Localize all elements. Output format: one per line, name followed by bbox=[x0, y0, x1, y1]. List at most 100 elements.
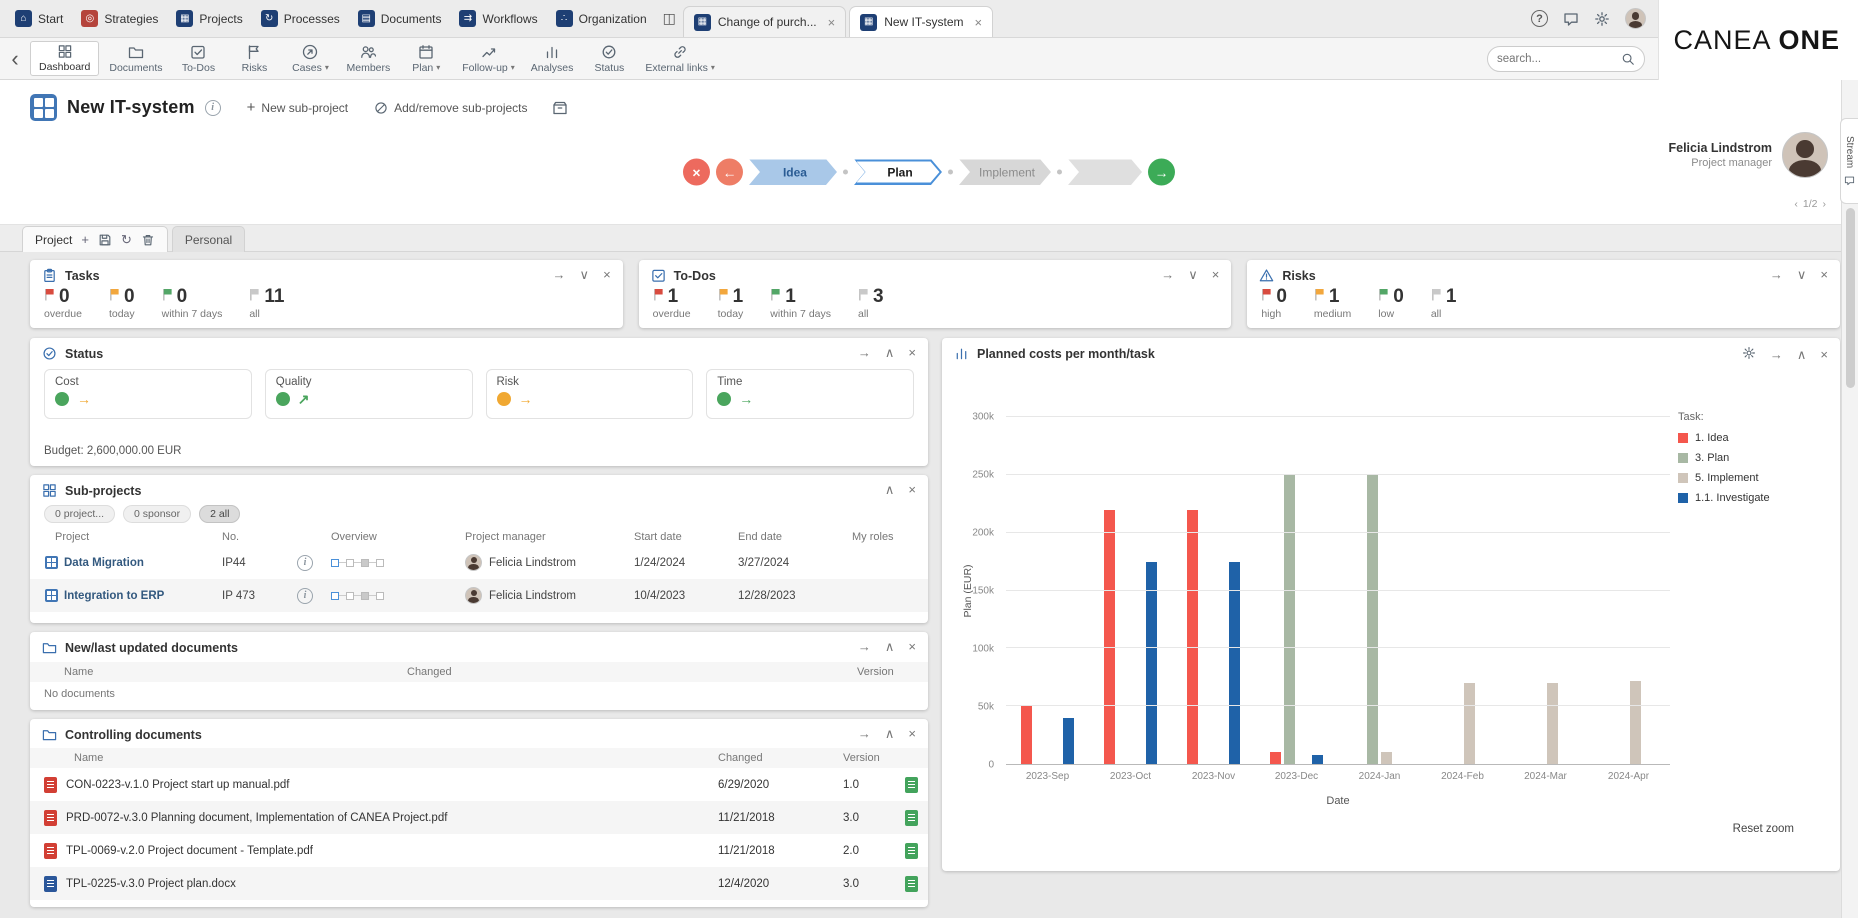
chart-settings-gear-icon[interactable] bbox=[1742, 346, 1756, 362]
tab-organization[interactable]: ∴ Organization bbox=[547, 0, 656, 37]
toolbar-documents[interactable]: Documents bbox=[101, 38, 170, 79]
toolbar-analyses[interactable]: Analyses bbox=[523, 38, 582, 79]
version-doc-icon[interactable] bbox=[905, 776, 918, 793]
stat-within-7-days[interactable]: 0 within 7 days bbox=[162, 287, 223, 320]
stat-today[interactable]: 0 today bbox=[109, 287, 135, 320]
toolbar-follow-up[interactable]: Follow-up ▾ bbox=[454, 38, 523, 79]
search-input[interactable] bbox=[1497, 53, 1621, 65]
collapse-icon[interactable]: ∨ bbox=[1188, 268, 1198, 281]
refresh-view-icon[interactable]: ↻ bbox=[121, 233, 132, 246]
toolbar-risks[interactable]: Risks bbox=[226, 38, 282, 79]
filter-chip-project[interactable]: 0 project... bbox=[44, 505, 116, 523]
bar[interactable] bbox=[1270, 752, 1281, 764]
tab-workflows[interactable]: ⇉ Workflows bbox=[450, 0, 546, 37]
collapse-icon[interactable]: ∧ bbox=[885, 346, 895, 359]
legend-item[interactable]: 1. Idea bbox=[1678, 432, 1826, 444]
archive-box-icon[interactable] bbox=[552, 100, 568, 116]
toolbar-todos[interactable]: To-Dos bbox=[170, 38, 226, 79]
toolbar-cases[interactable]: Cases ▾ bbox=[282, 38, 338, 79]
popout-icon[interactable]: → bbox=[553, 268, 566, 281]
tab-project-view[interactable]: Project + ↻ bbox=[22, 226, 168, 252]
document-row[interactable]: CON-0223-v.1.0 Project start up manual.p… bbox=[30, 768, 928, 801]
status-time[interactable]: Time → bbox=[706, 369, 914, 419]
scrollbar-thumb[interactable] bbox=[1846, 208, 1855, 388]
tab-change-of-purchase[interactable]: ▦ Change of purch... × bbox=[682, 6, 847, 37]
close-icon[interactable]: × bbox=[908, 727, 916, 740]
popout-icon[interactable]: → bbox=[1161, 268, 1174, 281]
person-avatar[interactable] bbox=[1782, 132, 1828, 178]
close-icon[interactable]: × bbox=[1820, 348, 1828, 361]
pager-prev-icon[interactable]: ‹ bbox=[1794, 198, 1798, 210]
bar[interactable] bbox=[1146, 561, 1157, 764]
flow-forward-button[interactable]: → bbox=[1148, 158, 1176, 186]
tab-new-it-system[interactable]: ▦ New IT-system × bbox=[849, 6, 994, 37]
new-subproject-button[interactable]: + New sub-project bbox=[247, 100, 348, 115]
popout-icon[interactable]: → bbox=[858, 727, 871, 740]
collapse-icon[interactable]: ∧ bbox=[885, 640, 895, 653]
legend-item[interactable]: 3. Plan bbox=[1678, 452, 1826, 464]
stat-all[interactable]: 3 all bbox=[858, 287, 884, 320]
bar[interactable] bbox=[1464, 683, 1475, 764]
close-icon[interactable]: × bbox=[908, 483, 916, 496]
settings-gear-icon[interactable] bbox=[1594, 11, 1610, 27]
legend-item[interactable]: 5. Implement bbox=[1678, 472, 1826, 484]
version-doc-icon[interactable] bbox=[905, 842, 918, 859]
status-cost[interactable]: Cost → bbox=[44, 369, 252, 419]
toolbar-members[interactable]: Members bbox=[338, 38, 398, 79]
toolbar-plan[interactable]: Plan ▾ bbox=[398, 38, 454, 79]
stat-high[interactable]: 0 high bbox=[1261, 287, 1287, 320]
document-link[interactable]: CON-0223-v.1.0 Project start up manual.p… bbox=[44, 776, 718, 793]
stat-overdue[interactable]: 1 overdue bbox=[653, 287, 691, 320]
table-row[interactable]: Data Migration IP44 i Felicia Lindstrom … bbox=[30, 546, 928, 579]
bar[interactable] bbox=[1187, 509, 1198, 764]
close-icon[interactable]: × bbox=[908, 346, 916, 359]
add-widget-icon[interactable]: + bbox=[81, 233, 89, 246]
pager-next-icon[interactable]: › bbox=[1823, 198, 1827, 210]
stat-medium[interactable]: 1 medium bbox=[1314, 287, 1351, 320]
flow-cancel-button[interactable]: × bbox=[682, 158, 710, 186]
step-idea[interactable]: Idea bbox=[749, 159, 837, 185]
tab-processes[interactable]: ↻ Processes bbox=[252, 0, 349, 37]
flow-back-button[interactable]: ← bbox=[715, 158, 743, 186]
table-row[interactable]: Integration to ERP IP 473 i Felicia Lind… bbox=[30, 579, 928, 612]
collapse-icon[interactable]: ∧ bbox=[885, 483, 895, 496]
delete-view-icon[interactable] bbox=[141, 233, 155, 247]
save-view-icon[interactable] bbox=[98, 233, 112, 247]
info-icon[interactable]: i bbox=[297, 554, 313, 571]
legend-item[interactable]: 1.1. Investigate bbox=[1678, 492, 1826, 504]
feedback-icon[interactable] bbox=[1563, 11, 1579, 27]
close-icon[interactable]: × bbox=[908, 640, 916, 653]
close-icon[interactable]: × bbox=[828, 16, 836, 29]
stream-panel-toggle[interactable]: Stream bbox=[1840, 118, 1858, 204]
close-icon[interactable]: × bbox=[603, 268, 611, 281]
tab-documents[interactable]: ▤ Documents bbox=[349, 0, 451, 37]
collapse-icon[interactable]: ∧ bbox=[1797, 348, 1807, 361]
step-implement[interactable]: Implement bbox=[959, 159, 1051, 185]
collapse-icon[interactable]: ∨ bbox=[1797, 268, 1807, 281]
bar[interactable] bbox=[1630, 680, 1641, 764]
toolbar-external-links[interactable]: External links ▾ bbox=[637, 38, 722, 79]
step-empty[interactable] bbox=[1068, 159, 1142, 185]
reset-zoom-button[interactable]: Reset zoom bbox=[1733, 823, 1794, 835]
stat-within-7-days[interactable]: 1 within 7 days bbox=[770, 287, 831, 320]
help-icon[interactable]: ? bbox=[1531, 10, 1548, 27]
step-plan[interactable]: Plan bbox=[854, 159, 942, 185]
version-doc-icon[interactable] bbox=[905, 875, 918, 892]
bar[interactable] bbox=[1547, 683, 1558, 764]
stat-all[interactable]: 1 all bbox=[1431, 287, 1457, 320]
bar[interactable] bbox=[1229, 561, 1240, 764]
bar[interactable] bbox=[1312, 754, 1323, 764]
back-button[interactable]: ‹ bbox=[2, 38, 28, 79]
popout-icon[interactable]: → bbox=[858, 346, 871, 359]
info-icon[interactable]: i bbox=[204, 99, 221, 116]
info-icon[interactable]: i bbox=[297, 587, 313, 604]
collapse-icon[interactable]: ∧ bbox=[885, 727, 895, 740]
close-icon[interactable]: × bbox=[1820, 268, 1828, 281]
stat-overdue[interactable]: 0 overdue bbox=[44, 287, 82, 320]
document-row[interactable]: TPL-0069-v.2.0 Project document - Templa… bbox=[30, 834, 928, 867]
close-icon[interactable]: × bbox=[1212, 268, 1220, 281]
tab-personal-view[interactable]: Personal bbox=[171, 226, 246, 252]
bar[interactable] bbox=[1063, 717, 1074, 764]
user-avatar[interactable] bbox=[1625, 8, 1646, 29]
popout-icon[interactable]: → bbox=[1770, 268, 1783, 281]
